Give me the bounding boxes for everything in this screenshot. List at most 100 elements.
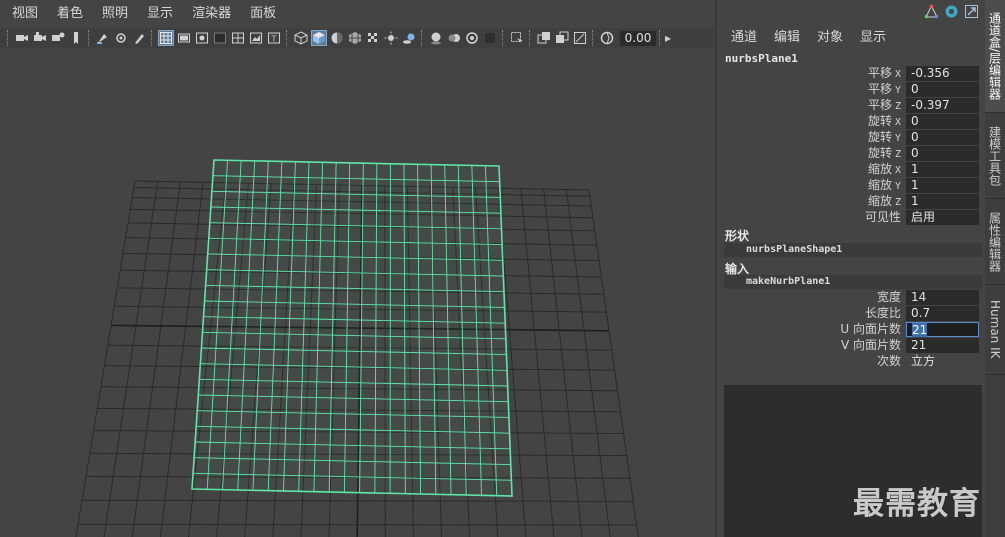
shadows-icon[interactable] [402,31,416,45]
tab-channel-box-layer-editor[interactable]: 通道盒/层编辑器 [985,0,1005,113]
patches-u-field[interactable]: 21 [906,322,979,337]
length-ratio-field[interactable]: 0.7 [906,306,979,321]
attr-row-length-ratio[interactable]: 长度比 0.7 [724,306,982,321]
attr-row-visibility[interactable]: 可见性 启用 [724,210,982,225]
exposure-icon[interactable] [600,31,614,45]
gamma-toggle-icon[interactable]: ▸ [665,31,671,45]
menu-channels[interactable]: 通道 [720,26,763,45]
attr-row-scale-z[interactable]: 缩放 Z 1 [724,194,982,209]
toolbar-separator [529,30,532,46]
attr-row-rotate-y[interactable]: 旋转 Y 0 [724,130,982,145]
menu-object[interactable]: 对象 [806,26,849,45]
attr-row-translate-z[interactable]: 平移 Z -0.397 [724,98,982,113]
menu-show[interactable]: 显示 [135,0,180,28]
xray-joints-icon[interactable] [555,31,569,45]
isolate-select-icon[interactable] [510,31,524,45]
attr-label: 缩放 [867,162,892,176]
viewport-3d-canvas[interactable] [4,49,715,537]
anti-alias-icon[interactable] [465,31,479,45]
attr-row-degree[interactable]: 次数 立方 [724,354,982,369]
resolution-gate-icon[interactable] [195,31,209,45]
scale-x-field[interactable]: 1 [906,162,979,177]
menu-display[interactable]: 显示 [849,26,892,45]
grid-column-line [565,189,611,537]
attr-label: 旋转 [867,114,892,128]
grid-column-line [520,188,555,537]
smooth-shade-icon[interactable] [311,30,327,46]
motion-blur-icon[interactable] [447,31,461,45]
menu-lighting[interactable]: 照明 [90,0,135,28]
safe-action-icon[interactable] [249,31,263,45]
degree-field[interactable]: 立方 [906,354,979,369]
tab-human-ik[interactable]: Human IK [985,285,1005,375]
attr-row-width[interactable]: 宽度 14 [724,290,982,305]
axis-icon[interactable] [924,4,939,19]
exposure-field[interactable]: 0.00 [620,30,656,46]
camera-icon[interactable] [15,31,29,45]
viewport-menubar: 视图 着色 照明 显示 渲染器 面板 [0,0,717,28]
viewport-splitter[interactable] [715,0,717,537]
depth-of-field-icon[interactable] [483,31,497,45]
attr-row-translate-x[interactable]: 平移 X -0.356 [724,66,982,81]
input-node[interactable]: makeNurbPlane1 [724,275,982,289]
menu-edit[interactable]: 编辑 [763,26,806,45]
attr-label: 平移 [867,66,892,80]
layer-editor-icon[interactable] [944,4,959,19]
attr-row-translate-y[interactable]: 平移 Y 0 [724,82,982,97]
grid-column-line [588,189,639,537]
channel-box-panel: 通道 编辑 对象 显示 nurbsPlane1 平移 X -0.356 平移 Y 0… [720,0,985,537]
attr-label: 宽度 [876,290,901,304]
film-gate-icon[interactable] [177,31,191,45]
attr-label: 次数 [876,354,901,368]
menu-view[interactable]: 视图 [0,0,45,28]
grid-icon[interactable] [158,30,174,46]
safe-title-icon[interactable]: T [267,31,281,45]
bookmark-icon[interactable] [51,31,65,45]
field-chart-icon[interactable] [231,31,245,45]
rotate-x-field[interactable]: 0 [906,114,979,129]
visibility-field[interactable]: 启用 [906,210,979,225]
patches-u-value[interactable]: 21 [912,323,928,337]
attr-row-scale-y[interactable]: 缩放 Y 1 [724,178,982,193]
attr-row-rotate-z[interactable]: 旋转 Z 0 [724,146,982,161]
textured-icon[interactable] [348,31,362,45]
xray-icon[interactable] [537,31,551,45]
paint-icon[interactable] [132,31,146,45]
toolbar-separator [151,30,154,46]
camera-attr-icon[interactable] [33,31,47,45]
attr-row-rotate-x[interactable]: 旋转 X 0 [724,114,982,129]
shape-node[interactable]: nurbsPlaneShape1 [724,243,982,257]
tab-modeling-toolkit[interactable]: 建模工具包 [985,113,1005,199]
select-camera-icon[interactable] [96,31,110,45]
checker-icon[interactable] [366,31,380,45]
camera-tumble-icon[interactable] [114,31,128,45]
default-material-icon[interactable] [330,31,344,45]
menu-panels[interactable]: 面板 [238,0,283,28]
patches-v-field[interactable]: 21 [906,338,979,353]
attr-row-scale-x[interactable]: 缩放 X 1 [724,162,982,177]
attr-row-patches-u[interactable]: U 向面片数 21 [724,322,982,337]
float-panel-icon[interactable] [964,4,979,19]
rotate-z-field[interactable]: 0 [906,146,979,161]
menu-renderer[interactable]: 渲染器 [180,0,238,28]
menu-shading[interactable]: 着色 [45,0,90,28]
grid-column-line [75,180,136,537]
wireframe-icon[interactable] [294,31,308,45]
width-field[interactable]: 14 [906,290,979,305]
scale-y-field[interactable]: 1 [906,178,979,193]
rotate-y-field[interactable]: 0 [906,130,979,145]
image-plane-icon[interactable] [69,31,83,45]
backface-icon[interactable] [573,31,587,45]
gate-mask-icon[interactable] [213,31,227,45]
translate-z-field[interactable]: -0.397 [906,98,979,113]
translate-y-field[interactable]: 0 [906,82,979,97]
translate-x-field[interactable]: -0.356 [906,66,979,81]
tab-attribute-editor[interactable]: 属性编辑器 [985,199,1005,285]
attr-row-patches-v[interactable]: V 向面片数 21 [724,338,982,353]
ambient-occlusion-icon[interactable] [429,31,443,45]
object-name[interactable]: nurbsPlane1 [725,52,798,65]
nurbs-plane-selected[interactable] [191,159,513,497]
scale-z-field[interactable]: 1 [906,194,979,209]
scene[interactable] [4,49,715,537]
lights-icon[interactable] [384,31,398,45]
